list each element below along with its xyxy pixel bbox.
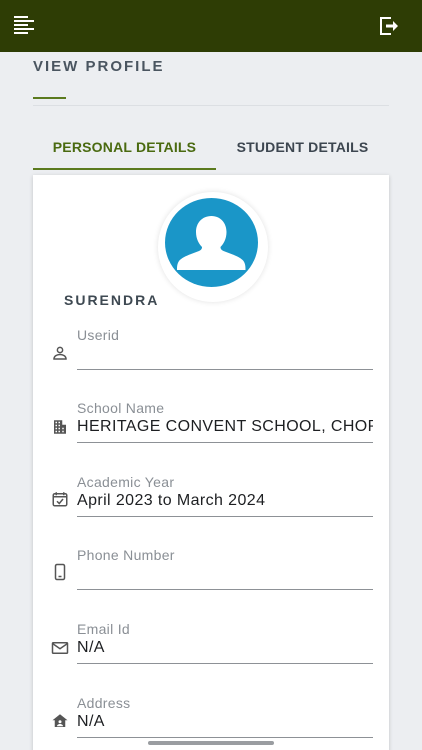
field-underline [77, 516, 373, 517]
tab-personal-details[interactable]: PERSONAL DETAILS [33, 130, 216, 170]
phone-number-label: Phone Number [77, 547, 175, 563]
title-underline [33, 97, 66, 99]
school-name-field[interactable]: School Name HERITAGE CONVENT SCHOOL, CHO… [33, 400, 389, 460]
userid-field[interactable]: Userid [33, 327, 389, 387]
profile-name: SURENDRA [64, 292, 160, 308]
field-underline [77, 369, 373, 370]
profile-card: SURENDRA Userid School Name HERITAGE CON… [33, 175, 389, 750]
field-underline [77, 442, 373, 443]
page-title: VIEW PROFILE [33, 58, 165, 75]
address-label: Address [77, 695, 131, 711]
academic-year-field[interactable]: Academic Year April 2023 to March 2024 [33, 474, 389, 534]
divider [33, 105, 389, 106]
phone-number-field[interactable]: Phone Number [33, 547, 389, 607]
field-underline [77, 663, 373, 664]
email-field[interactable]: Email Id N/A [33, 621, 389, 681]
field-underline [77, 737, 373, 738]
email-icon [51, 642, 69, 654]
address-value[interactable]: N/A [77, 713, 373, 731]
person-icon [53, 346, 67, 360]
logout-icon[interactable] [377, 14, 401, 38]
calendar-icon [52, 492, 68, 507]
user-avatar-icon [165, 198, 258, 287]
menu-icon[interactable] [14, 16, 34, 34]
building-icon [54, 420, 66, 434]
school-name-value[interactable]: HERITAGE CONVENT SCHOOL, CHOPAN [77, 418, 373, 436]
app-bar [0, 0, 422, 52]
email-value[interactable]: N/A [77, 639, 373, 657]
home-indicator[interactable] [148, 741, 274, 745]
phone-icon [54, 563, 66, 581]
field-underline [77, 589, 373, 590]
academic-year-value[interactable]: April 2023 to March 2024 [77, 492, 373, 510]
home-icon [52, 714, 68, 727]
academic-year-label: Academic Year [77, 474, 175, 490]
tab-student-details[interactable]: STUDENT DETAILS [216, 130, 389, 170]
email-label: Email Id [77, 621, 130, 637]
userid-label: Userid [77, 327, 120, 343]
avatar [158, 192, 268, 302]
school-name-label: School Name [77, 400, 165, 416]
